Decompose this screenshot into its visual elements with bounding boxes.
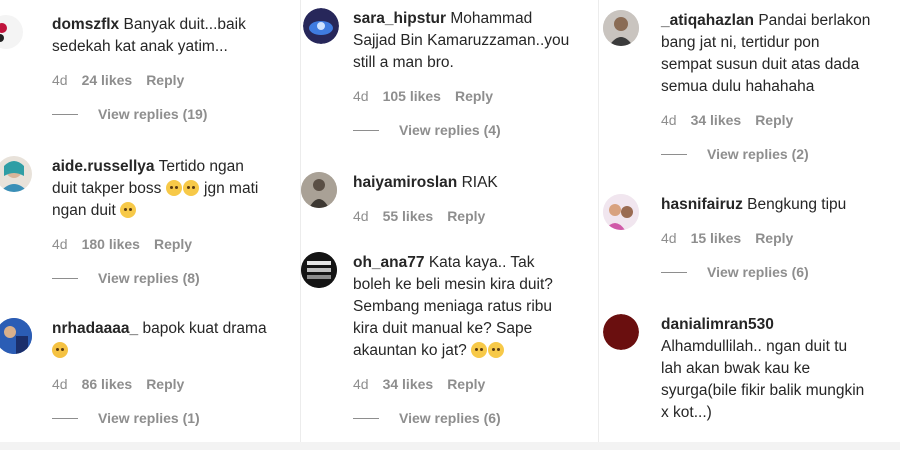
comment-username[interactable]: nrhadaaaa_	[52, 320, 138, 337]
likes-count[interactable]: 55 likes	[383, 208, 434, 224]
view-replies-button[interactable]: View replies (1)	[52, 410, 294, 426]
crying-laughing-emoji-icon	[165, 180, 182, 196]
divider	[661, 153, 687, 155]
view-replies-button[interactable]: View replies (6)	[661, 264, 897, 280]
reply-button[interactable]: Reply	[154, 236, 192, 252]
divider	[52, 113, 78, 115]
comment-username[interactable]: domszflx	[52, 16, 119, 33]
reply-button[interactable]: Reply	[447, 376, 485, 392]
avatar[interactable]	[603, 10, 639, 46]
crying-laughing-emoji-icon	[120, 202, 137, 218]
reply-button[interactable]: Reply	[755, 112, 793, 128]
reply-button[interactable]: Reply	[755, 230, 793, 246]
reply-button[interactable]: Reply	[146, 72, 184, 88]
comment-time: 4d	[52, 236, 68, 252]
comment-text: domszflx Banyak duit...baik sedekah kat …	[52, 16, 246, 55]
divider	[353, 129, 379, 131]
likes-count[interactable]: 15 likes	[691, 230, 742, 246]
comments-column-1: domszflx Banyak duit...baik sedekah kat …	[0, 0, 298, 450]
comment-meta: 4d 15 likes Reply	[661, 230, 897, 246]
avatar[interactable]	[603, 314, 639, 350]
comments-column-2: sara_hipstur Mohammad Sajjad Bin Kamaruz…	[300, 0, 598, 450]
view-replies-button[interactable]: View replies (8)	[52, 270, 294, 286]
likes-count[interactable]: 34 likes	[383, 376, 434, 392]
avatar[interactable]	[301, 172, 337, 208]
comment-meta: 4d 34 likes Reply	[661, 112, 897, 128]
comment-text: oh_ana77 Kata kaya.. Tak boleh ke beli m…	[353, 254, 553, 359]
likes-count[interactable]: 34 likes	[691, 112, 742, 128]
bottom-divider	[0, 442, 900, 450]
comment-text: danialimran530 Alhamdullilah.. ngan duit…	[661, 316, 865, 421]
comment-meta: 4d 24 likes Reply	[52, 72, 294, 88]
comment-text: sara_hipstur Mohammad Sajjad Bin Kamaruz…	[353, 10, 570, 71]
comment-username[interactable]: danialimran530	[661, 316, 774, 333]
comment-time: 4d	[52, 376, 68, 392]
comment-text: _atiqahazlan Pandai berlakon bang jat ni…	[661, 12, 871, 95]
avatar[interactable]	[0, 156, 32, 192]
comment-meta: 4d 34 likes Reply	[353, 376, 594, 392]
comment-time: 4d	[661, 112, 677, 128]
comment-username[interactable]: _atiqahazlan	[661, 12, 754, 29]
comment-time: 4d	[353, 376, 369, 392]
avatar[interactable]	[303, 8, 339, 44]
comment-text: aide.russellya Tertido ngan duit takper …	[52, 158, 259, 219]
likes-count[interactable]: 105 likes	[383, 88, 441, 104]
crying-laughing-emoji-icon	[488, 342, 505, 358]
divider	[52, 417, 78, 419]
comment-text: nrhadaaaa_ bapok kuat drama	[52, 318, 294, 362]
likes-count[interactable]: 180 likes	[82, 236, 140, 252]
avatar[interactable]	[0, 318, 32, 354]
divider	[661, 271, 687, 273]
comment-time: 4d	[353, 88, 369, 104]
crying-laughing-emoji-icon	[471, 342, 488, 358]
comment-username[interactable]: oh_ana77	[353, 254, 425, 271]
comment-time: 4d	[661, 230, 677, 246]
comment-username[interactable]: hasnifairuz	[661, 196, 743, 213]
comment-time: 4d	[52, 72, 68, 88]
reply-button[interactable]: Reply	[146, 376, 184, 392]
reply-button[interactable]: Reply	[447, 208, 485, 224]
view-replies-button[interactable]: View replies (19)	[52, 106, 294, 122]
reply-button[interactable]: Reply	[455, 88, 493, 104]
sad-face-emoji-icon	[52, 342, 68, 358]
comment-username[interactable]: haiyamiroslan	[353, 174, 457, 191]
divider	[353, 417, 379, 419]
comment-text: haiyamiroslan RIAK	[353, 174, 498, 191]
comment-time: 4d	[353, 208, 369, 224]
avatar[interactable]	[301, 252, 337, 288]
comment-meta: 4d 55 likes Reply	[353, 208, 594, 224]
comment-username[interactable]: sara_hipstur	[353, 10, 446, 27]
avatar[interactable]	[0, 14, 24, 50]
divider	[52, 277, 78, 279]
comments-column-3: _atiqahazlan Pandai berlakon bang jat ni…	[598, 0, 900, 450]
likes-count[interactable]: 86 likes	[82, 376, 133, 392]
comment-meta: 4d 180 likes Reply	[52, 236, 294, 252]
comment-username[interactable]: aide.russellya	[52, 158, 155, 175]
avatar[interactable]	[603, 194, 639, 230]
crying-laughing-emoji-icon	[182, 180, 199, 196]
view-replies-button[interactable]: View replies (2)	[661, 146, 897, 162]
view-replies-button[interactable]: View replies (4)	[353, 122, 594, 138]
comment-meta: 4d 86 likes Reply	[52, 376, 294, 392]
likes-count[interactable]: 24 likes	[82, 72, 133, 88]
comment-text: hasnifairuz Bengkung tipu	[661, 196, 847, 213]
comment-meta: 4d 105 likes Reply	[353, 88, 594, 104]
view-replies-button[interactable]: View replies (6)	[353, 410, 594, 426]
